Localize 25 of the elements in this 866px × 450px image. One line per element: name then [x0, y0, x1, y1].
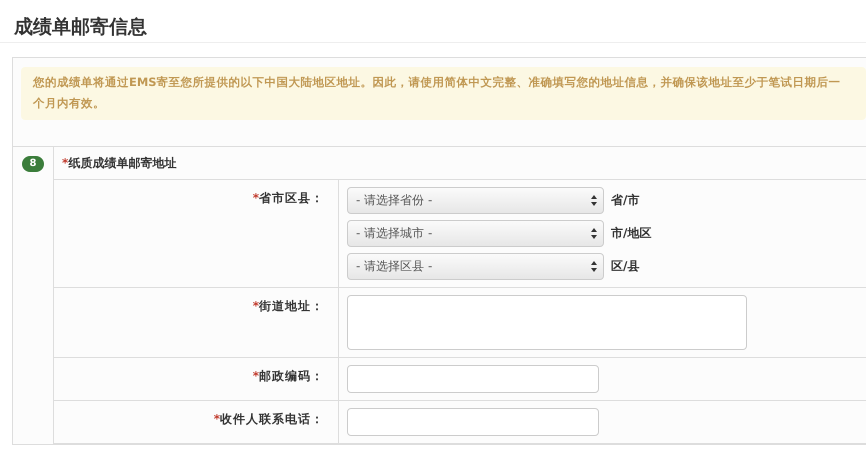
sort-arrows-icon [591, 261, 597, 272]
dropdown-select[interactable]: - 请选择省份 - [347, 187, 604, 214]
unit-label: 区/县 [611, 258, 640, 275]
page-title: 成绩单邮寄信息 [0, 0, 866, 43]
sort-arrows-icon [591, 228, 597, 239]
field-label: 省市区县： [259, 191, 324, 205]
sort-arrows-icon [591, 195, 597, 206]
notice-message: 您的成绩单将通过EMS寄至您所提供的以下中国大陆地区地址。因此，请使用简体中文完整、准确填写您的地址信息，并确保该地址至少于笔试日期后一个月内有效。 [21, 67, 866, 120]
required-mark: * [252, 369, 259, 383]
field-label: 收件人联系电话： [220, 412, 324, 426]
required-mark: * [214, 412, 220, 426]
field-label: 邮政编码： [259, 369, 324, 383]
section-title: 纸质成绩单邮寄地址 [68, 154, 176, 172]
dropdown-select[interactable]: - 请选择城市 - [347, 220, 604, 247]
input-field[interactable] [347, 365, 599, 393]
street-address-field[interactable] [347, 295, 747, 350]
required-mark: * [252, 191, 259, 205]
step-badge: 8 [22, 156, 44, 172]
required-mark: * [62, 156, 68, 170]
input-field[interactable] [347, 408, 599, 436]
unit-label: 市/地区 [611, 225, 652, 242]
field-label: 街道地址： [259, 299, 324, 313]
required-mark: * [252, 299, 259, 313]
dropdown-select[interactable]: - 请选择区县 - [347, 253, 604, 280]
unit-label: 省/市 [611, 192, 640, 209]
